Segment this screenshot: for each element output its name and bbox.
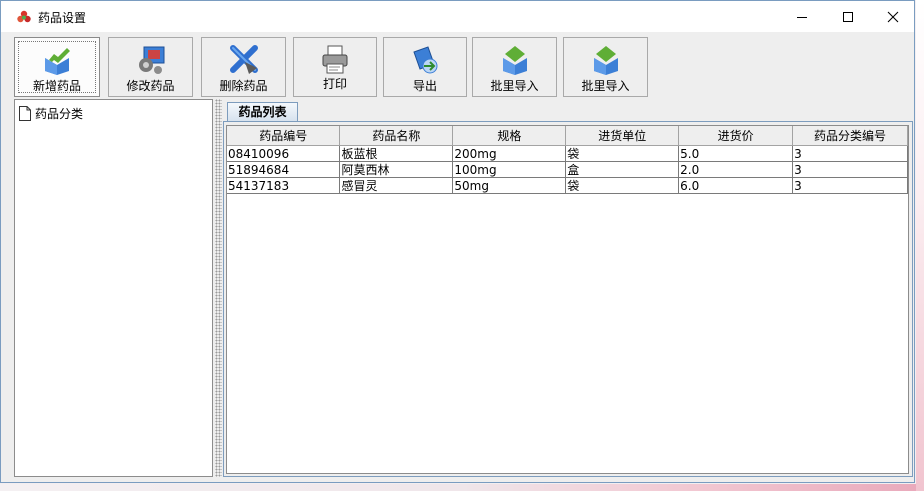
export-button[interactable]: 导出 <box>383 37 467 97</box>
table-cell[interactable]: 3 <box>792 161 908 178</box>
table-cell[interactable]: 袋 <box>565 177 680 194</box>
table-cell[interactable]: 3 <box>792 145 908 162</box>
desktop-background-right <box>916 0 924 491</box>
app-window: 药品设置 新增药品 修改药品 删除药品 打印 导出 批里导入 批里导入 药品分类… <box>0 0 915 483</box>
column-header[interactable]: 药品分类编号 <box>792 126 908 146</box>
app-logo-icon <box>17 10 31 23</box>
edit-drug-label: 修改药品 <box>126 79 175 93</box>
add-drug-button[interactable]: 新增药品 <box>14 37 100 97</box>
export-icon <box>413 46 438 74</box>
close-button[interactable] <box>870 1 916 32</box>
category-tree-panel: 药品分类 <box>14 99 213 477</box>
toolbar: 新增药品 修改药品 删除药品 打印 导出 批里导入 批里导入 <box>1 32 914 98</box>
table-cell[interactable]: 板蓝根 <box>339 145 454 162</box>
close-icon <box>887 11 899 22</box>
minimize-button[interactable] <box>779 1 825 32</box>
tree-root-label: 药品分类 <box>35 107 84 121</box>
import-icon <box>502 46 527 75</box>
window-title: 药品设置 <box>38 11 87 25</box>
batch-import-label-1: 批里导入 <box>490 79 539 93</box>
desktop-background <box>0 484 924 491</box>
delete-drug-icon <box>229 45 258 74</box>
table-cell[interactable]: 6.0 <box>678 177 794 194</box>
column-header[interactable]: 规格 <box>452 126 567 146</box>
table-cell[interactable]: 08410096 <box>227 145 341 162</box>
maximize-icon <box>843 11 853 22</box>
title-bar[interactable]: 药品设置 <box>1 1 914 32</box>
table-cell[interactable]: 盒 <box>565 161 680 178</box>
batch-import-button-2[interactable]: 批里导入 <box>563 37 648 97</box>
delete-drug-button[interactable]: 删除药品 <box>201 37 286 97</box>
export-label: 导出 <box>412 79 437 93</box>
table-cell[interactable]: 袋 <box>565 145 680 162</box>
import-icon <box>593 46 618 75</box>
print-button[interactable]: 打印 <box>293 37 377 97</box>
split-pane-divider[interactable] <box>215 99 222 477</box>
table-cell[interactable]: 3 <box>792 177 908 194</box>
column-header[interactable]: 药品编号 <box>227 126 341 146</box>
table-row[interactable]: 51894684 阿莫西林 100mg 盒 2.0 3 <box>227 161 908 178</box>
column-header[interactable]: 进货单位 <box>565 126 680 146</box>
maximize-button[interactable] <box>825 1 871 32</box>
edit-drug-button[interactable]: 修改药品 <box>108 37 193 97</box>
column-header[interactable]: 进货价 <box>678 126 794 146</box>
printer-icon <box>322 45 348 74</box>
tree-root-node[interactable]: 药品分类 <box>19 105 83 122</box>
table-cell[interactable]: 阿莫西林 <box>339 161 454 178</box>
tab-content-panel: 药品编号 药品名称 规格 进货单位 进货价 药品分类编号 08410096 板蓝… <box>223 121 913 477</box>
column-header[interactable]: 药品名称 <box>339 126 454 146</box>
table-cell[interactable]: 5.0 <box>678 145 794 162</box>
table-cell[interactable]: 200mg <box>452 145 567 162</box>
table-cell[interactable]: 2.0 <box>678 161 794 178</box>
batch-import-label-2: 批里导入 <box>581 79 630 93</box>
delete-drug-label: 删除药品 <box>219 79 268 93</box>
table-header-row: 药品编号 药品名称 规格 进货单位 进货价 药品分类编号 <box>227 126 908 146</box>
batch-import-button-1[interactable]: 批里导入 <box>472 37 557 97</box>
drug-table: 药品编号 药品名称 规格 进货单位 进货价 药品分类编号 08410096 板蓝… <box>227 126 908 194</box>
table-row[interactable]: 08410096 板蓝根 200mg 袋 5.0 3 <box>227 145 908 162</box>
table-cell[interactable]: 感冒灵 <box>339 177 454 194</box>
table-cell[interactable]: 54137183 <box>227 177 341 194</box>
document-icon <box>19 106 31 121</box>
table-cell[interactable]: 51894684 <box>227 161 341 178</box>
edit-drug-icon <box>138 46 164 74</box>
table-cell[interactable]: 100mg <box>452 161 567 178</box>
table-cell[interactable]: 50mg <box>452 177 567 194</box>
tab-drug-list[interactable]: 药品列表 <box>227 102 298 121</box>
table-row[interactable]: 54137183 感冒灵 50mg 袋 6.0 3 <box>227 177 908 194</box>
minimize-icon <box>797 16 807 18</box>
print-label: 打印 <box>322 77 347 91</box>
add-drug-label: 新增药品 <box>32 79 81 93</box>
drug-table-viewport: 药品编号 药品名称 规格 进货单位 进货价 药品分类编号 08410096 板蓝… <box>226 125 909 474</box>
